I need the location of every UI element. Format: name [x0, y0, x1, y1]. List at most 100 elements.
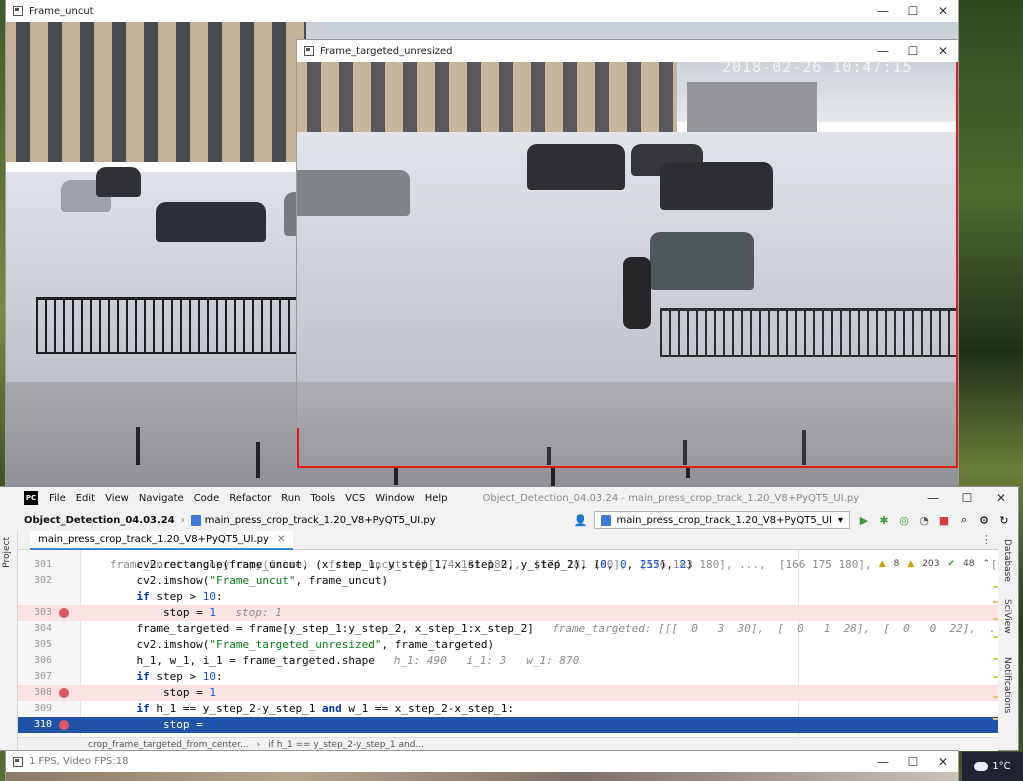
target-rectangle-left-edge	[297, 428, 299, 466]
code-text: cv2.imshow("Frame_targeted_unresized", f…	[110, 638, 495, 651]
close-button[interactable]: ✕	[928, 40, 958, 62]
code-line[interactable]: 301 cv2.rectangle(frame_uncut, (x_step_1…	[18, 557, 998, 573]
gear-icon[interactable]: ⚙	[978, 514, 990, 527]
frame-uncut-title: Frame_uncut	[29, 5, 94, 17]
menu-refactor[interactable]: Refactor	[224, 493, 276, 504]
menu-window[interactable]: Window	[370, 493, 419, 504]
line-number[interactable]: 306	[18, 653, 52, 669]
search-icon[interactable]: ⌕	[958, 513, 970, 526]
database-tool-button[interactable]: Database	[1002, 539, 1012, 582]
menu-file[interactable]: File	[44, 493, 71, 504]
window-icon	[13, 756, 23, 767]
editor-tab[interactable]: main_press_crop_track_1.20_V8+PyQT5_UI.p…	[30, 531, 294, 550]
minimize-button[interactable]: —	[916, 487, 950, 509]
menu-vcs[interactable]: VCS	[340, 493, 370, 504]
line-number[interactable]: 302	[18, 573, 52, 589]
python-file-icon	[601, 514, 612, 526]
coverage-icon[interactable]: ◎	[898, 514, 910, 527]
breakpoint-icon[interactable]	[59, 688, 69, 698]
code-text: cv2.imshow("Frame_uncut", frame_uncut)	[110, 574, 389, 587]
taskbar-tray[interactable]: 1°C	[962, 752, 1023, 781]
maximize-button[interactable]: ☐	[898, 0, 928, 22]
code-line[interactable]: 303 stop = 1 stop: 1	[18, 605, 998, 621]
ide-window[interactable]: PC File Edit View Navigate Code Refactor…	[0, 487, 1018, 751]
stop-icon[interactable]: ■	[938, 514, 950, 527]
right-tool-strip: Database SciView Notifications	[997, 531, 1018, 750]
fps-window-title: 1 FPS, Video FPS:18	[29, 756, 129, 767]
menu-help[interactable]: Help	[420, 493, 453, 504]
code-line[interactable]: 308 stop = 1	[18, 685, 998, 701]
breadcrumb-statement[interactable]: if h_1 == y_step_2-y_step_1 and...	[268, 740, 424, 750]
line-number[interactable]: 309	[18, 701, 52, 717]
debug-icon[interactable]: ✱	[878, 514, 890, 527]
menu-navigate[interactable]: Navigate	[134, 493, 189, 504]
code-text: frame_targeted = frame[y_step_1:y_step_2…	[110, 622, 534, 635]
line-number[interactable]: 301	[18, 557, 52, 573]
close-button[interactable]: ✕	[984, 487, 1018, 509]
menu-view[interactable]: View	[100, 493, 134, 504]
sciview-tool-button[interactable]: SciView	[1002, 599, 1012, 634]
target-rectangle	[297, 62, 958, 468]
close-button[interactable]: ✕	[928, 0, 958, 22]
chevron-down-icon: ▾	[837, 514, 843, 526]
update-icon[interactable]: ↻	[998, 514, 1010, 527]
menu-code[interactable]: Code	[189, 493, 225, 504]
code-line[interactable]: 309 if h_1 == y_step_2-y_step_1 and w_1 …	[18, 701, 998, 717]
fps-window-titlebar[interactable]: 1 FPS, Video FPS:18 — ☐ ✕	[6, 751, 958, 772]
notifications-tool-button[interactable]: Notifications	[1002, 657, 1012, 713]
code-text: if step > 10:	[136, 590, 223, 603]
breakpoint-icon[interactable]	[59, 720, 69, 730]
user-icon[interactable]: 👤	[574, 514, 588, 527]
run-configuration-label: main_press_crop_track_1.20_V8+PyQT5_UI	[616, 514, 832, 526]
code-line[interactable]: 307 if step > 10:	[18, 669, 998, 685]
maximize-button[interactable]: ☐	[950, 487, 984, 509]
code-line-partial[interactable]: frame_uncut = copy.copy(frame) frame_unc…	[18, 550, 998, 571]
car	[156, 202, 266, 242]
code-line[interactable]: 305 cv2.imshow("Frame_targeted_unresized…	[18, 637, 998, 653]
maximize-button[interactable]: ☐	[898, 751, 928, 772]
left-tool-strip: Project	[0, 531, 18, 750]
profile-icon[interactable]: ◔	[918, 514, 930, 527]
line-number[interactable]: 310	[18, 717, 52, 733]
minimize-button[interactable]: —	[868, 751, 898, 772]
editor-scrollbar-marks[interactable]	[992, 566, 998, 737]
breadcrumb-function[interactable]: crop_frame_targeted_from_center...	[88, 740, 249, 750]
close-button[interactable]: ✕	[928, 751, 958, 772]
code-line[interactable]: if step > 10:	[18, 589, 998, 605]
code-text: stop = 1	[110, 686, 216, 699]
frame-uncut-titlebar[interactable]: Frame_uncut — ☐ ✕	[6, 0, 958, 22]
breadcrumb-file[interactable]: main_press_crop_track_1.20_V8+PyQT5_UI.p…	[205, 515, 436, 526]
more-options-icon[interactable]: ⋮	[981, 533, 992, 546]
menu-tools[interactable]: Tools	[305, 493, 340, 504]
project-name[interactable]: Object_Detection_04.03.24	[24, 515, 175, 526]
minimize-button[interactable]: —	[868, 0, 898, 22]
bollard	[256, 442, 260, 478]
close-icon[interactable]: ✕	[277, 534, 285, 545]
weather-temperature: 1°C	[992, 761, 1011, 772]
menu-run[interactable]: Run	[276, 493, 305, 504]
run-configuration-select[interactable]: main_press_crop_track_1.20_V8+PyQT5_UI ▾	[594, 511, 850, 529]
code-line[interactable]: 302 cv2.imshow("Frame_uncut", frame_uncu…	[18, 573, 998, 589]
code-editor[interactable]: frame_uncut = copy.copy(frame) frame_unc…	[18, 550, 998, 737]
code-line[interactable]: 304 frame_targeted = frame[y_step_1:y_st…	[18, 621, 998, 637]
menu-edit[interactable]: Edit	[71, 493, 100, 504]
line-number[interactable]: 308	[18, 685, 52, 701]
breakpoint-icon[interactable]	[59, 608, 69, 618]
line-number[interactable]: 305	[18, 637, 52, 653]
pycharm-logo-icon: PC	[24, 491, 38, 505]
chevron-right-icon: ›	[180, 514, 185, 526]
window-icon	[304, 46, 314, 56]
ide-menubar: PC File Edit View Navigate Code Refactor…	[0, 487, 1018, 509]
code-line[interactable]: 306 h_1, w_1, i_1 = frame_targeted.shape…	[18, 653, 998, 669]
weather-cloud-icon	[974, 762, 989, 771]
line-number[interactable]: 303	[18, 605, 52, 621]
line-number[interactable]: 304	[18, 621, 52, 637]
fps-window[interactable]: 1 FPS, Video FPS:18 — ☐ ✕	[6, 751, 958, 781]
run-icon[interactable]: ▶	[858, 514, 870, 527]
line-number[interactable]: 307	[18, 669, 52, 685]
project-tool-button[interactable]: Project	[2, 537, 12, 568]
apartment-building	[6, 22, 306, 162]
car	[96, 167, 141, 197]
code-line[interactable]: 310 stop = 1	[18, 717, 998, 733]
bollard	[136, 427, 140, 465]
